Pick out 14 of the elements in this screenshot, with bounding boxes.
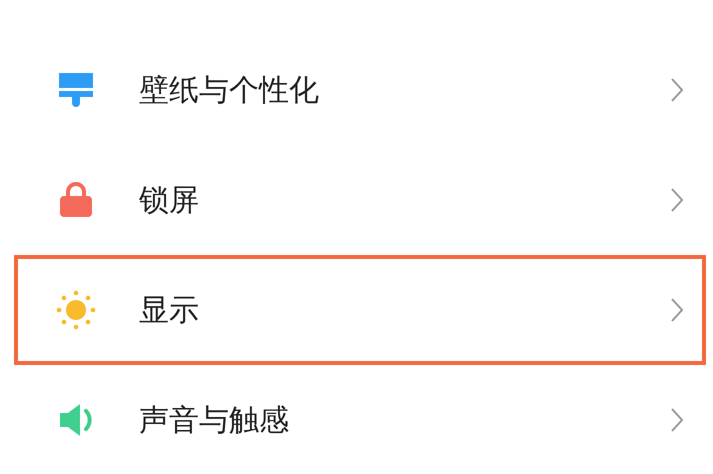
highlighted-settings-item[interactable]: 显示: [14, 255, 706, 365]
chevron-icon: [670, 407, 684, 433]
chevron-icon: [670, 187, 684, 213]
chevron-icon: [670, 297, 684, 323]
settings-label: 壁纸与个性化: [139, 72, 320, 110]
settings-item[interactable]: 壁纸与个性化: [14, 35, 706, 145]
settings-label: 显示: [139, 292, 200, 330]
settings-label: 声音与触感: [139, 402, 290, 440]
settings-item[interactable]: 锁屏: [14, 145, 706, 255]
sun-icon: [56, 290, 96, 330]
settings-item[interactable]: 声音与触感: [14, 365, 706, 474]
settings-label: 锁屏: [139, 182, 200, 220]
chevron-icon: [670, 77, 684, 103]
brush-icon: [56, 70, 96, 110]
